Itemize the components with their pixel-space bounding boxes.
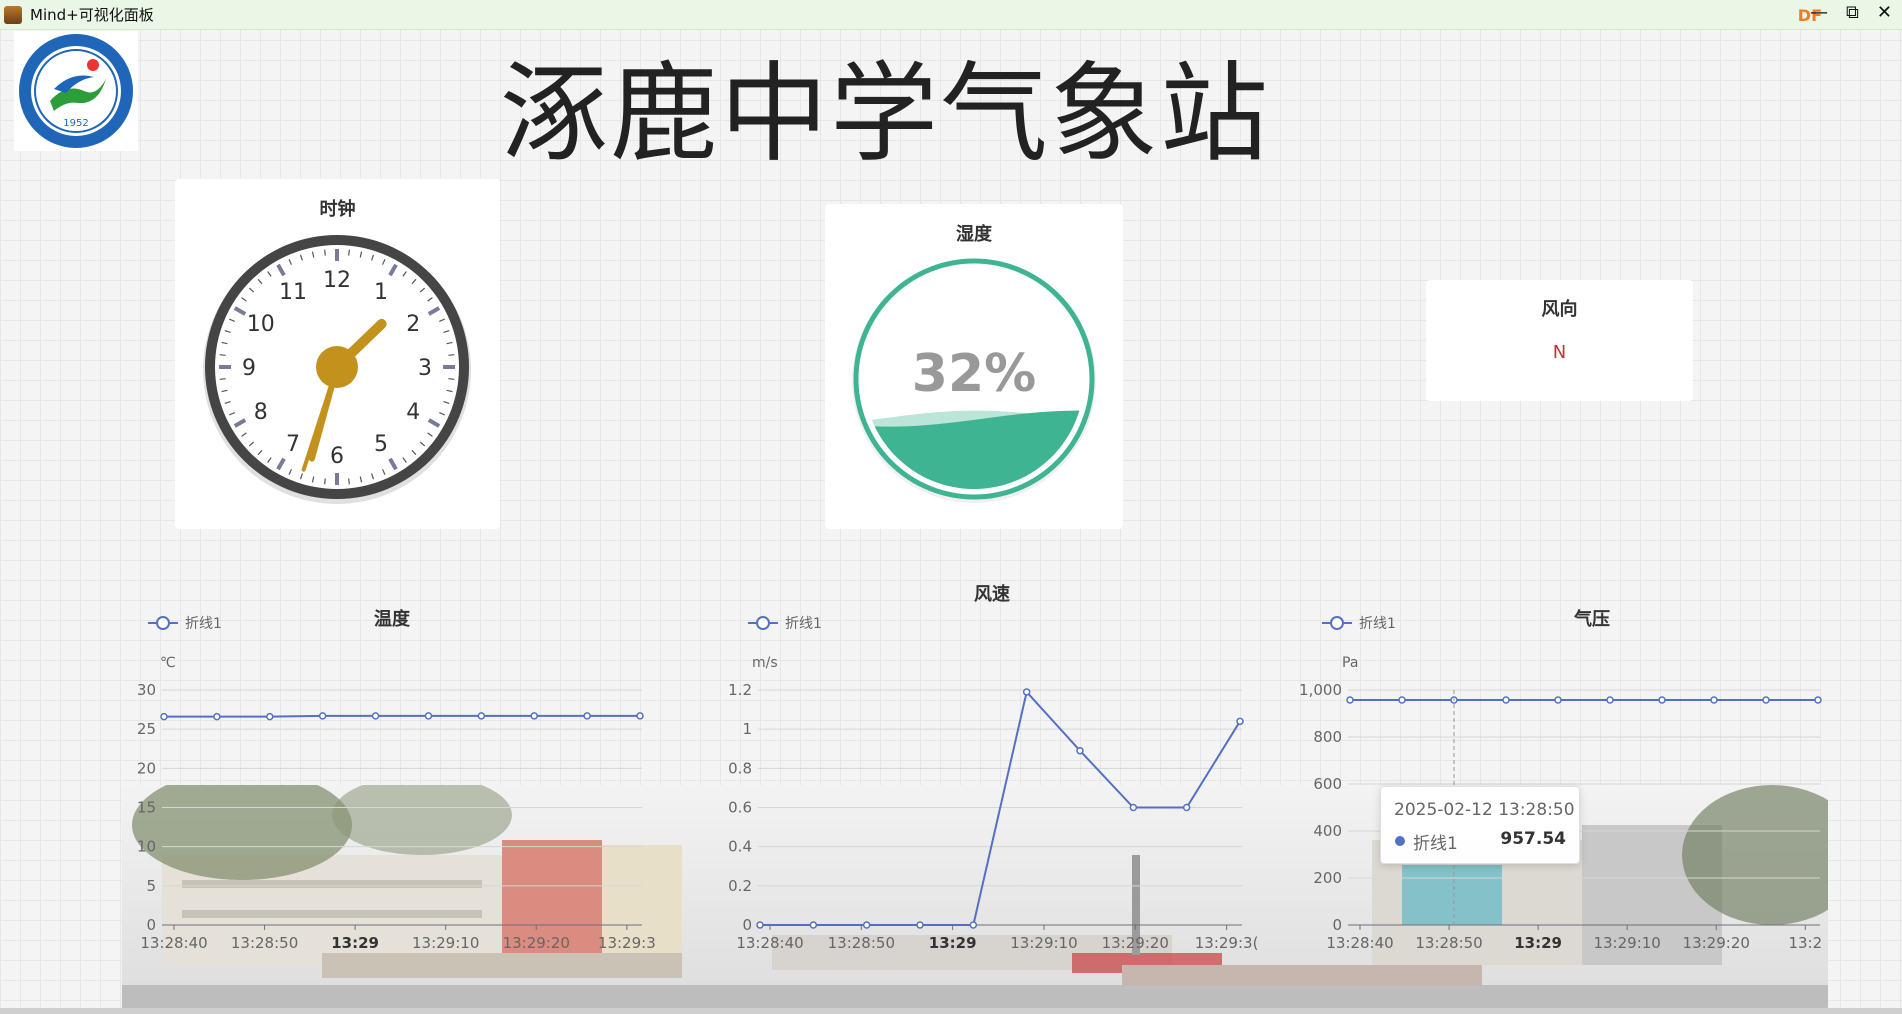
data-point: [371, 712, 380, 720]
y-axis-unit: ℃: [160, 655, 176, 671]
data-point: [1658, 696, 1666, 704]
data-point: [213, 712, 221, 721]
y-tick-label: 10: [137, 838, 156, 856]
x-tick-label: 13:29:10: [1593, 934, 1660, 952]
y-tick-label: 0: [146, 916, 156, 934]
chart-title: 气压: [1573, 608, 1610, 630]
y-tick-label: 5: [146, 877, 156, 895]
x-tick-label: 13:29: [1514, 934, 1562, 952]
data-point: [1606, 696, 1614, 704]
x-tick-label: 13:29:20: [1102, 934, 1169, 952]
y-tick-label: 600: [1313, 775, 1342, 793]
y-axis-unit: m/s: [752, 655, 778, 671]
x-tick-label: 13:28:40: [736, 934, 803, 952]
x-tick-label: 13:29: [929, 934, 977, 952]
data-point: [318, 712, 327, 720]
data-point: [636, 712, 644, 720]
x-tick-label: 13:28:50: [828, 934, 895, 952]
x-tick-label: 13:29:3(: [1195, 934, 1259, 952]
y-axis-unit: Pa: [1342, 655, 1358, 671]
legend-marker: [156, 616, 170, 630]
chart-title: 风速: [974, 583, 1010, 605]
tooltip-time: 2025-02-12 13:28:50: [1394, 800, 1575, 820]
y-tick-label: 0.6: [728, 799, 752, 817]
legend-label: 折线1: [185, 616, 222, 632]
series-line: [164, 714, 640, 718]
data-point: [1076, 746, 1084, 755]
y-tick-label: 200: [1313, 869, 1342, 887]
y-tick-label: 0: [742, 916, 752, 934]
y-tick-label: 20: [137, 759, 156, 777]
data-point: [862, 921, 871, 929]
y-tick-label: 0.2: [728, 877, 752, 895]
y-tick-label: 0: [1332, 916, 1342, 934]
data-point: [424, 712, 433, 720]
data-point: [583, 712, 591, 720]
y-tick-label: 1: [742, 720, 752, 738]
y-tick-label: 1,000: [1299, 681, 1342, 699]
legend-label: 折线1: [1359, 616, 1396, 632]
x-tick-label: 13:28:50: [231, 934, 298, 952]
x-tick-label: 13:29: [331, 934, 379, 952]
data-point: [809, 921, 818, 929]
x-tick-label: 13:28:40: [1326, 934, 1393, 952]
y-tick-label: 0.4: [728, 838, 752, 856]
data-point: [1762, 696, 1770, 704]
legend-marker: [1330, 616, 1344, 630]
y-tick-label: 400: [1313, 822, 1342, 840]
legend-marker: [756, 616, 770, 630]
x-tick-label: 13:29:20: [1683, 934, 1750, 952]
data-point: [916, 921, 924, 929]
data-point: [1129, 803, 1138, 812]
x-tick-label: 13:29:10: [1010, 934, 1077, 952]
legend-label: 折线1: [785, 616, 822, 632]
data-point: [1398, 696, 1406, 704]
chart-title: 温度: [374, 608, 411, 630]
data-point: [1710, 696, 1718, 704]
chart-tooltip: 2025-02-12 13:28:50 折线1 957.54: [1380, 786, 1580, 864]
charts-layer: 温度折线1℃05101520253013:28:40 13:28:50 13:29 1…: [137, 583, 1822, 952]
data-point: [1346, 696, 1354, 704]
x-tick-label: 13:29:10: [412, 934, 479, 952]
y-tick-label: 1.2: [728, 681, 752, 699]
y-tick-label: 800: [1313, 728, 1342, 746]
tooltip-series-dot: [1395, 836, 1405, 846]
data-point: [1182, 803, 1191, 812]
data-point: [1022, 688, 1031, 696]
data-point: [756, 921, 764, 929]
x-tick-label: 13:29:20: [503, 934, 570, 952]
data-point: [1502, 696, 1510, 704]
data-point: [160, 712, 168, 721]
data-point: [266, 712, 274, 721]
data-point: [1814, 696, 1822, 704]
x-tick-label: 13:2: [1788, 934, 1822, 952]
data-point: [530, 712, 538, 720]
horizontal-scrollbar[interactable]: [0, 1008, 1902, 1014]
x-tick-label: 13:28:50: [1415, 934, 1482, 952]
data-point: [969, 921, 978, 929]
y-tick-label: 0.8: [728, 759, 752, 777]
series-line: [760, 689, 1241, 926]
tooltip-value: 957.54: [1500, 829, 1566, 849]
y-tick-label: 15: [137, 799, 156, 817]
y-tick-label: 30: [137, 681, 156, 699]
data-point: [477, 712, 486, 720]
y-tick-label: 25: [137, 720, 156, 738]
data-point: [1236, 717, 1244, 726]
x-tick-label: 13:29:3: [598, 934, 656, 952]
x-tick-label: 13:28:40: [140, 934, 207, 952]
tooltip-series-name: 折线1: [1413, 834, 1458, 854]
data-point: [1554, 696, 1562, 704]
